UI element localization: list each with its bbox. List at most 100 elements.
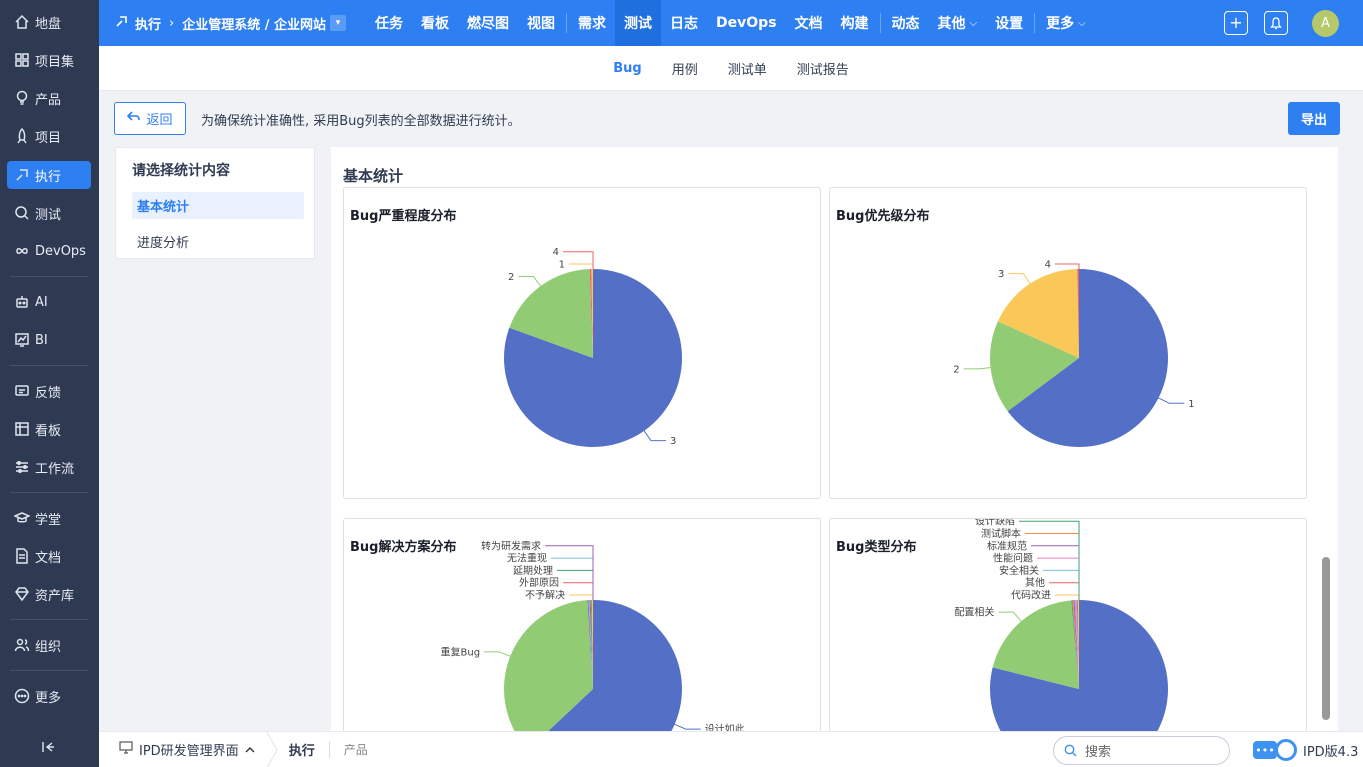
bottom-crumb-product[interactable]: 产品 xyxy=(328,741,368,758)
breadcrumb: 执行 › 企业管理系统 / 企业网站 ▾ xyxy=(99,14,347,33)
slice-label: 不予解决 xyxy=(525,589,565,602)
module-link[interactable]: 执行 xyxy=(135,14,161,33)
sidebar-item-label: 产品 xyxy=(35,92,62,108)
nav-label: 看板 xyxy=(421,16,450,32)
search-input[interactable]: 搜索 xyxy=(1053,736,1230,765)
nav-item-5[interactable]: 测试 xyxy=(615,0,662,46)
slice-label: 转为研发需求 xyxy=(481,539,541,552)
sidebar-item-4[interactable]: 执行 xyxy=(7,161,91,189)
sidebar-item-5[interactable]: 测试 xyxy=(7,199,91,227)
nav-separator xyxy=(879,13,881,33)
nav-separator xyxy=(1034,13,1036,33)
chat-icon[interactable]: ••• xyxy=(1253,741,1277,759)
nav-item-1[interactable]: 看板 xyxy=(412,0,458,46)
slice-label: 安全相关 xyxy=(999,564,1039,577)
slice-label: 4 xyxy=(1045,260,1051,271)
statistics-hint: 为确保统计准确性, 采用Bug列表的全部数据进行统计。 xyxy=(201,114,521,129)
section-title: 基本统计 xyxy=(343,167,404,185)
sidebar-item-label: 执行 xyxy=(35,169,62,185)
more-icon xyxy=(13,687,31,705)
nav-item-3[interactable]: 视图 xyxy=(518,0,564,46)
sidebar-item-13[interactable]: 文档 xyxy=(7,542,91,570)
label-line xyxy=(563,582,594,600)
scrollbar[interactable] xyxy=(1322,557,1330,720)
label-line xyxy=(674,723,701,730)
sidebar-item-16[interactable]: 更多 xyxy=(7,682,91,710)
nav-item-2[interactable]: 燃尽图 xyxy=(458,0,518,46)
label-line xyxy=(1055,594,1080,600)
bell-icon[interactable] xyxy=(1264,11,1288,35)
tab-2[interactable]: 测试单 xyxy=(728,46,767,91)
back-label: 返回 xyxy=(146,113,173,128)
project-selector[interactable]: 企业管理系统 / 企业网站 xyxy=(182,14,326,33)
version-info[interactable]: IPD版4.3 xyxy=(1275,739,1358,761)
back-button[interactable]: 返回 xyxy=(114,102,186,135)
label-line xyxy=(563,251,594,269)
sidebar-item-3[interactable]: 项目 xyxy=(7,122,91,150)
slice-label: 其他 xyxy=(1025,576,1045,589)
slice-label: 标准规范 xyxy=(987,539,1027,552)
avatar[interactable]: A xyxy=(1312,9,1339,37)
statistics-selector-panel: 请选择统计内容 基本统计 进度分析 xyxy=(115,147,315,259)
sidebar-item-label: 组织 xyxy=(35,639,62,655)
tab-1[interactable]: 用例 xyxy=(672,46,698,91)
diamond-icon xyxy=(13,585,31,603)
nav-item-12[interactable]: 设置 xyxy=(986,0,1032,46)
nav-item-10[interactable]: 动态 xyxy=(883,0,929,46)
sidebar-item-0[interactable]: 地盘 xyxy=(7,8,91,36)
sidebar-item-9[interactable]: 反馈 xyxy=(7,377,91,405)
chart-title: Bug优先级分布 xyxy=(836,209,930,224)
tab-3[interactable]: 测试报告 xyxy=(797,46,849,91)
workspace-switcher[interactable]: IPD研发管理界面 xyxy=(99,740,255,759)
nav-label: 日志 xyxy=(670,16,699,32)
sidebar-item-7[interactable]: AI xyxy=(7,288,91,316)
nav-label: 需求 xyxy=(578,16,607,32)
label-line xyxy=(518,275,541,287)
monitor-icon xyxy=(119,741,133,758)
run-icon xyxy=(115,14,129,32)
bottom-crumb-current[interactable]: 执行 xyxy=(289,740,315,759)
sidebar-item-1[interactable]: 项目集 xyxy=(7,46,91,74)
sidebar-item-11[interactable]: 工作流 xyxy=(7,453,91,481)
progress-analysis-item[interactable]: 进度分析 xyxy=(132,228,304,255)
test-icon xyxy=(13,204,31,222)
chart-title: Bug严重程度分布 xyxy=(350,209,457,224)
home-icon xyxy=(13,13,31,31)
nav-item-4[interactable]: 需求 xyxy=(569,0,615,46)
chart-title: Bug类型分布 xyxy=(836,540,917,555)
nav-item-11[interactable]: 其他 ⌵ xyxy=(929,0,987,46)
sidebar-item-8[interactable]: BI xyxy=(7,326,91,354)
lightbulb-icon xyxy=(13,89,31,107)
sidebar-item-14[interactable]: 资产库 xyxy=(7,580,91,608)
slice-label: 无法重现 xyxy=(507,552,547,565)
sub-nav: Bug 用例 测试单 测试报告 xyxy=(99,46,1363,91)
sidebar-item-10[interactable]: 看板 xyxy=(7,415,91,443)
collapse-icon[interactable] xyxy=(41,740,57,756)
chart-icon xyxy=(13,331,31,349)
nav-item-13[interactable]: 更多 ⌵ xyxy=(1037,0,1095,46)
nav-item-7[interactable]: DevOps xyxy=(707,0,786,46)
pie-chart: 3 2 14 xyxy=(504,247,682,447)
label-line xyxy=(1049,582,1080,600)
nav-item-6[interactable]: 日志 xyxy=(661,0,707,46)
sidebar-item-12[interactable]: 学堂 xyxy=(7,504,91,532)
sidebar-item-2[interactable]: 产品 xyxy=(7,84,91,112)
sidebar-item-6[interactable]: DevOps xyxy=(7,237,91,265)
slice-label: 设计如此 xyxy=(705,723,745,731)
infinity-icon xyxy=(13,242,31,260)
nav-item-9[interactable]: 构建 xyxy=(832,0,878,46)
sidebar-item-15[interactable]: 组织 xyxy=(7,631,91,659)
type-chart-card: 安装部署配置相关代码改进其他安全相关性能问题标准规范测试脚本设计缺陷 Bug类型… xyxy=(829,518,1307,731)
add-button[interactable]: + xyxy=(1224,11,1248,35)
chevron-down-icon[interactable]: ▾ xyxy=(330,15,347,31)
slice-label: 配置相关 xyxy=(954,606,994,619)
basic-statistics-item[interactable]: 基本统计 xyxy=(132,192,304,219)
nav-item-0[interactable]: 任务 xyxy=(366,0,412,46)
export-button[interactable]: 导出 xyxy=(1288,102,1340,135)
tab-0[interactable]: Bug xyxy=(613,46,641,91)
panel-title: 请选择统计内容 xyxy=(132,163,230,179)
nav-item-8[interactable]: 文档 xyxy=(786,0,832,46)
slice-label: 测试脚本 xyxy=(981,527,1021,540)
label-line xyxy=(998,611,1022,622)
sidebar-divider xyxy=(10,492,88,493)
